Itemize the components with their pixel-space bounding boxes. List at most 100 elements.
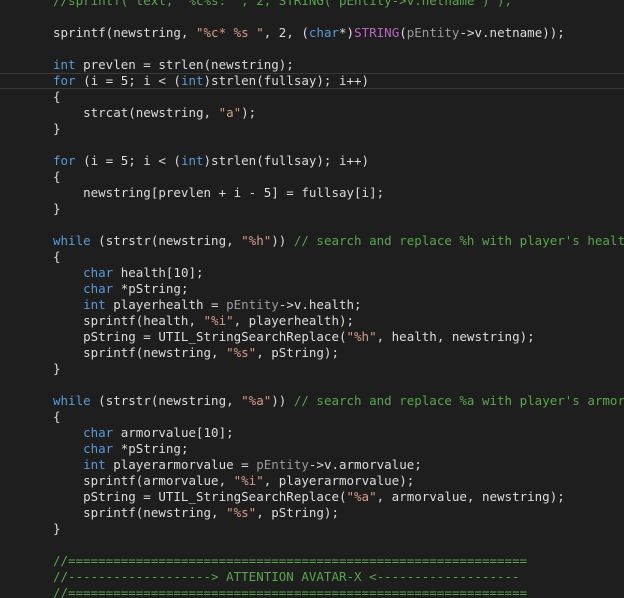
code-line[interactable]: ​ bbox=[0, 41, 624, 57]
code-line[interactable]: { bbox=[0, 249, 624, 265]
code-line[interactable]: } bbox=[0, 361, 624, 377]
code-token: , 2, ( bbox=[263, 25, 309, 40]
code-line[interactable]: for (i = 5; i < (int)strlen(fullsay); i+… bbox=[0, 153, 624, 169]
code-line[interactable]: } bbox=[0, 201, 624, 217]
code-token: "%s" bbox=[226, 345, 257, 360]
code-line[interactable]: sprintf(newstring, "%s", pString); bbox=[0, 505, 624, 521]
code-line[interactable]: //-------------------> ATTENTION AVATAR-… bbox=[0, 569, 624, 585]
code-line[interactable]: char *pString; bbox=[0, 281, 624, 297]
code-line[interactable]: { bbox=[0, 169, 624, 185]
code-line[interactable]: char *pString; bbox=[0, 441, 624, 457]
code-token: , armorvalue, newstring); bbox=[376, 489, 565, 504]
code-line[interactable]: ​ bbox=[0, 217, 624, 233]
code-token: while bbox=[53, 393, 91, 408]
code-token: pEntity bbox=[406, 25, 460, 40]
code-line[interactable]: ​ bbox=[0, 137, 624, 153]
code-token: *pString; bbox=[113, 281, 189, 296]
code-token: "a" bbox=[218, 105, 242, 120]
code-line[interactable]: int prevlen = strlen(newstring); bbox=[0, 57, 624, 73]
code-line[interactable]: sprintf(newstring, "%s", pString); bbox=[0, 345, 624, 361]
code-token: ->v.health; bbox=[278, 297, 362, 312]
code-token: , pString); bbox=[256, 505, 339, 520]
code-line[interactable]: ​ bbox=[0, 537, 624, 553]
code-token: playerhealth = bbox=[105, 297, 227, 312]
code-token: )strlen(fullsay); i++) bbox=[203, 73, 370, 88]
code-line[interactable]: int playerhealth = pEntity->v.health; bbox=[0, 297, 624, 313]
code-line[interactable]: pString = UTIL_StringSearchReplace("%a",… bbox=[0, 489, 624, 505]
code-token: , playerhealth); bbox=[233, 313, 355, 328]
code-token: )strlen(fullsay); i++) bbox=[203, 153, 370, 168]
code-line[interactable]: { bbox=[0, 409, 624, 425]
code-token: } bbox=[53, 201, 61, 216]
code-line[interactable]: pString = UTIL_StringSearchReplace("%h",… bbox=[0, 329, 624, 345]
code-token: int bbox=[180, 153, 204, 168]
code-line[interactable]: char armorvalue[10]; bbox=[0, 425, 624, 441]
code-token: { bbox=[53, 409, 61, 424]
code-token: sprintf(newstring, bbox=[53, 505, 227, 520]
code-token: sprintf(newstring, bbox=[53, 345, 227, 360]
code-token: pEntity bbox=[226, 297, 279, 312]
code-token: //======================================… bbox=[53, 553, 528, 568]
code-token: *pString; bbox=[113, 441, 189, 456]
code-token: { bbox=[53, 249, 61, 264]
code-line[interactable]: //======================================… bbox=[0, 585, 624, 598]
code-line[interactable]: int playerarmorvalue = pEntity->v.armorv… bbox=[0, 457, 624, 473]
code-token: ( bbox=[399, 25, 407, 40]
code-line[interactable]: while (strstr(newstring, "%h")) // searc… bbox=[0, 233, 624, 249]
code-token: ->v.armorvalue; bbox=[308, 457, 422, 472]
code-token: *) bbox=[339, 25, 355, 40]
code-token: } bbox=[53, 361, 61, 376]
code-token: char bbox=[83, 265, 114, 280]
code-token: (strstr(newstring, bbox=[90, 393, 242, 408]
code-token: )) bbox=[271, 233, 294, 248]
code-line[interactable]: sprintf(newstring, "%c* %s ", 2, (char*)… bbox=[0, 25, 624, 41]
code-token: ); bbox=[241, 105, 257, 120]
code-token: sprintf(newstring, bbox=[53, 25, 196, 40]
code-token: , health, newstring); bbox=[376, 329, 535, 344]
code-editor[interactable]: //sprintf( text, "%c%s: ", 2, STRING( pE… bbox=[0, 0, 624, 598]
code-line[interactable]: strcat(newstring, "a"); bbox=[0, 105, 624, 121]
code-token: (i = 5; i < ( bbox=[75, 73, 181, 88]
code-lines: //sprintf( text, "%c%s: ", 2, STRING( pE… bbox=[0, 0, 624, 598]
code-line[interactable]: ​ bbox=[0, 377, 624, 393]
code-token: "%h" bbox=[346, 329, 377, 344]
code-line[interactable]: newstring[prevlen + i - 5] = fullsay[i]; bbox=[0, 185, 624, 201]
code-token: //sprintf( text, "%c%s: ", 2, STRING( pE… bbox=[53, 0, 513, 8]
code-token: (i = 5; i < ( bbox=[75, 153, 181, 168]
code-token: //-------------------> ATTENTION AVATAR-… bbox=[53, 569, 520, 584]
code-token: "%s" bbox=[226, 505, 257, 520]
code-token: "%h" bbox=[241, 233, 272, 248]
code-line[interactable]: while (strstr(newstring, "%a")) // searc… bbox=[0, 393, 624, 409]
code-line[interactable]: //======================================… bbox=[0, 553, 624, 569]
code-token: for bbox=[53, 153, 76, 168]
code-token: newstring[prevlen + i - 5] = fullsay[i]; bbox=[53, 185, 385, 200]
code-token: "%i" bbox=[203, 313, 234, 328]
code-token: sprintf(armorvalue, bbox=[53, 473, 234, 488]
code-line[interactable]: char health[10]; bbox=[0, 265, 624, 281]
code-line[interactable]: } bbox=[0, 121, 624, 137]
code-token: // search and replace %h with player's h… bbox=[293, 233, 624, 248]
code-token: pEntity bbox=[256, 457, 309, 472]
code-line[interactable]: for (i = 5; i < (int)strlen(fullsay); i+… bbox=[0, 73, 624, 89]
code-token: int bbox=[83, 457, 106, 472]
code-token: int bbox=[53, 57, 76, 72]
code-token: char bbox=[83, 425, 114, 440]
code-line[interactable]: ​ bbox=[0, 9, 624, 25]
code-token: strcat(newstring, bbox=[53, 105, 219, 120]
code-line[interactable]: //sprintf( text, "%c%s: ", 2, STRING( pE… bbox=[0, 0, 624, 9]
code-line[interactable]: { bbox=[0, 89, 624, 105]
code-line[interactable]: sprintf(health, "%i", playerhealth); bbox=[0, 313, 624, 329]
code-line[interactable]: sprintf(armorvalue, "%i", playerarmorval… bbox=[0, 473, 624, 489]
code-token: pString = UTIL_StringSearchReplace( bbox=[53, 489, 347, 504]
code-line[interactable]: } bbox=[0, 521, 624, 537]
code-token: for bbox=[53, 73, 76, 88]
code-token: health[10]; bbox=[113, 265, 204, 280]
code-token: prevlen = strlen(newstring); bbox=[75, 57, 294, 72]
code-token: char bbox=[83, 281, 114, 296]
code-token: "%c* %s " bbox=[196, 25, 264, 40]
